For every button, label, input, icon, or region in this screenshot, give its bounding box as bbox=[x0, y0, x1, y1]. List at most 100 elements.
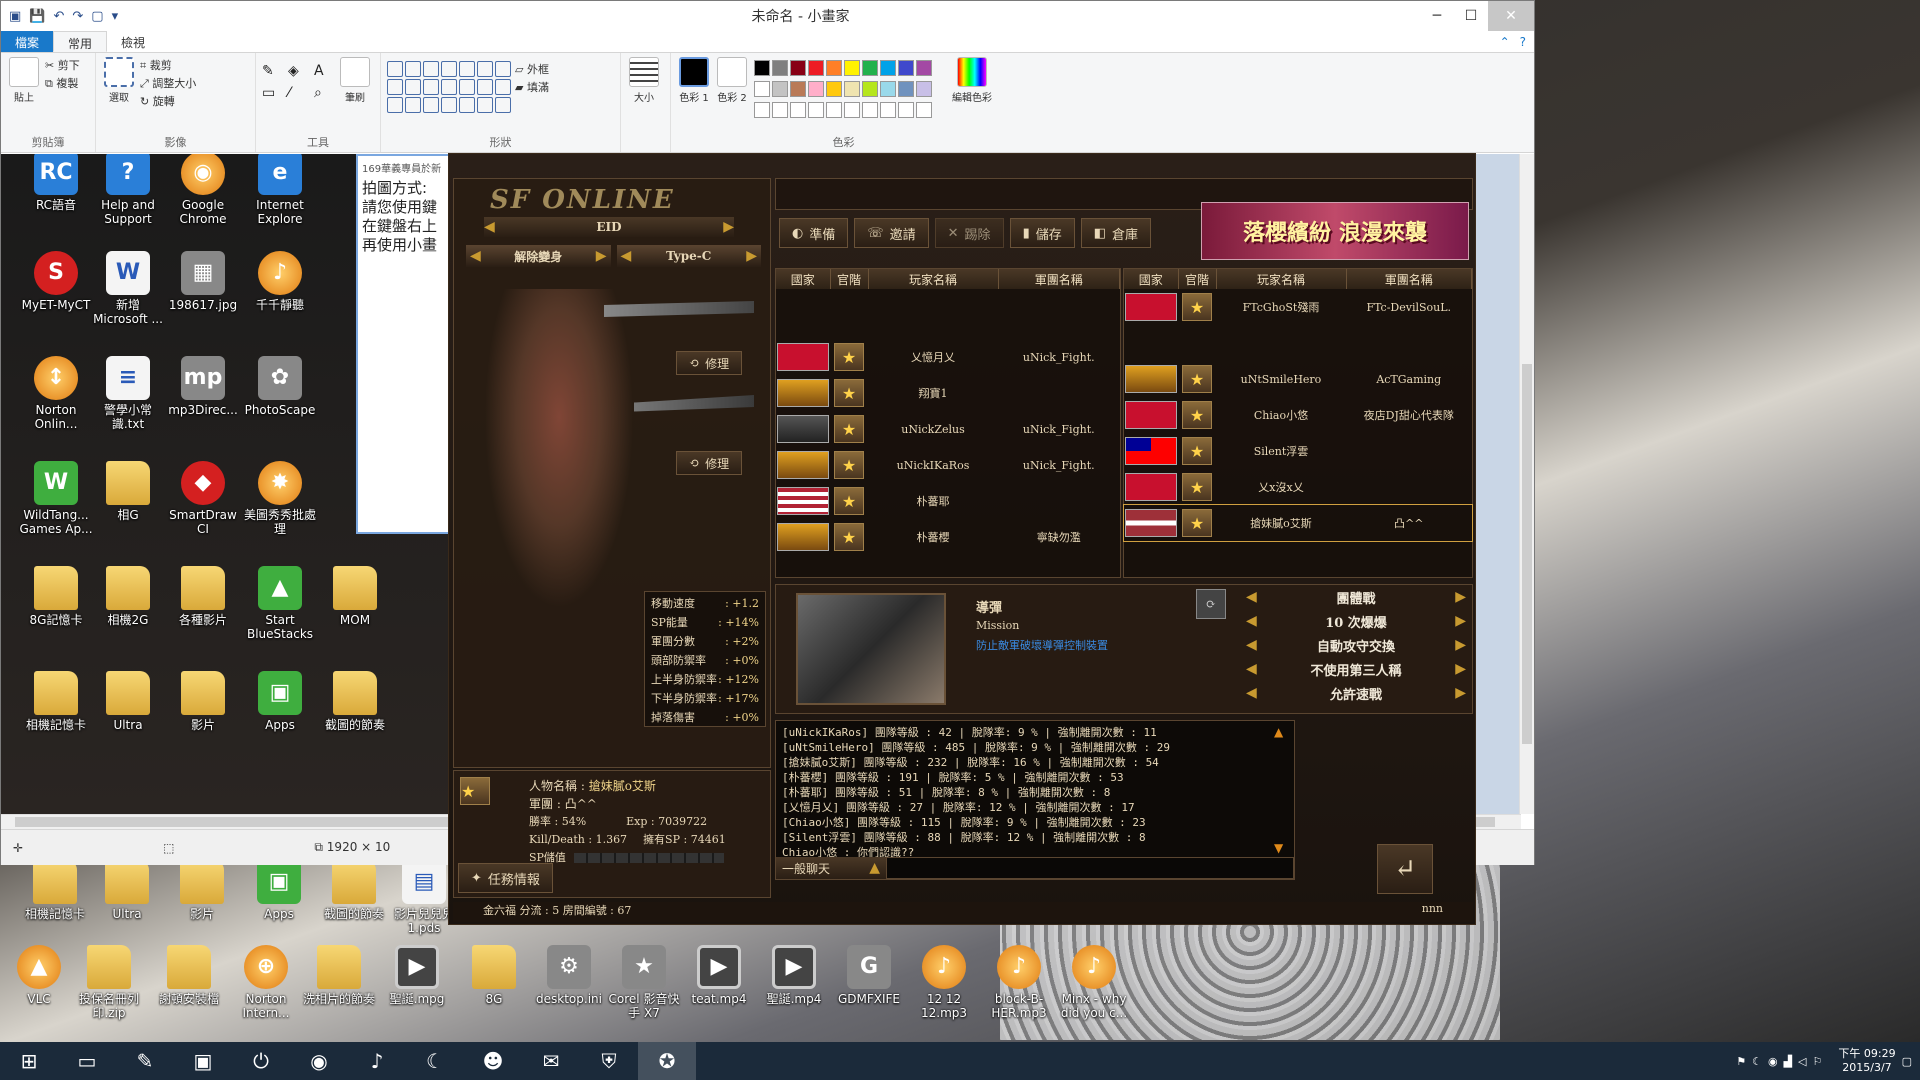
palette-swatch-empty[interactable] bbox=[826, 102, 842, 118]
palette-swatch-empty[interactable] bbox=[808, 102, 824, 118]
desktop-icon[interactable]: 截圖的節奏 bbox=[316, 671, 394, 732]
palette-swatch[interactable] bbox=[844, 60, 860, 76]
taskbar-line[interactable]: ✉ bbox=[522, 1042, 580, 1080]
color2-button[interactable]: 色彩 2 bbox=[715, 57, 749, 104]
ready-button[interactable]: ◐ 準備 bbox=[779, 218, 849, 248]
palette-swatch-empty[interactable] bbox=[790, 102, 806, 118]
tray-icon[interactable]: ◉ bbox=[1768, 1055, 1778, 1068]
desktop-icon[interactable]: ? Help and Support bbox=[89, 154, 167, 226]
palette-swatch-empty[interactable] bbox=[880, 102, 896, 118]
desktop-icon[interactable]: ◆ SmartDraw CI bbox=[164, 461, 242, 536]
shape-arrow-right[interactable] bbox=[459, 79, 475, 95]
palette-swatch[interactable] bbox=[898, 60, 914, 76]
desktop-icon[interactable]: ↕ Norton Onlin... bbox=[17, 356, 95, 431]
desktop-icon[interactable]: ⊕ Norton Intern... bbox=[227, 945, 305, 1020]
shape-star5[interactable] bbox=[423, 97, 439, 113]
shape-curve[interactable] bbox=[405, 61, 421, 77]
desktop-icon[interactable]: G GDMFXIFE bbox=[830, 945, 908, 1006]
desktop-icon[interactable]: 投保名冊列印.zip bbox=[70, 945, 148, 1020]
taskbar-explorer[interactable]: ▭ bbox=[58, 1042, 116, 1080]
network-icon[interactable]: ▟ bbox=[1784, 1055, 1792, 1068]
invite-button[interactable]: ☏ 邀請 bbox=[854, 218, 929, 248]
desktop-icon[interactable]: 洗相片的節奏 bbox=[300, 945, 378, 1006]
tray-icon[interactable]: ⚑ bbox=[1736, 1055, 1746, 1068]
brush-button[interactable]: 筆刷 bbox=[338, 57, 372, 104]
magnifier-icon[interactable]: ⌕ bbox=[314, 85, 334, 101]
player-row[interactable]: ★ 朴蕃櫻 寧缺勿濫 bbox=[776, 519, 1120, 555]
palette-swatch[interactable] bbox=[844, 81, 860, 97]
tab-type[interactable]: ◀ Type-C ▶ bbox=[616, 245, 761, 267]
desktop-icon[interactable]: ≡ 警學小常識.txt bbox=[89, 356, 167, 431]
desktop-icon[interactable]: e Internet Explore bbox=[241, 154, 319, 226]
chat-input[interactable] bbox=[886, 857, 1294, 879]
palette-swatch[interactable] bbox=[880, 81, 896, 97]
crop-button[interactable]: ⌗ 裁剪 bbox=[140, 57, 196, 75]
prev-arrow-icon[interactable]: ◀ bbox=[621, 248, 632, 264]
mode-option[interactable]: ◀ 不使用第三人稱 ▶ bbox=[1246, 657, 1466, 681]
prev-arrow-icon[interactable]: ◀ bbox=[1246, 685, 1257, 701]
mission-info-button[interactable]: ✦ 任務情報 bbox=[458, 863, 553, 893]
shape-hexagon[interactable] bbox=[441, 79, 457, 95]
palette-swatch-empty[interactable] bbox=[916, 102, 932, 118]
prev-arrow-icon[interactable]: ◀ bbox=[1246, 637, 1257, 653]
shape-pentagon[interactable] bbox=[423, 79, 439, 95]
minimize-button[interactable]: ─ bbox=[1420, 1, 1454, 31]
next-arrow-icon[interactable]: ▶ bbox=[723, 219, 734, 235]
color-picker-icon[interactable]: ⁄ bbox=[288, 85, 308, 101]
desktop-icon[interactable]: RC RC語音 bbox=[17, 154, 95, 212]
next-arrow-icon[interactable]: ▶ bbox=[1455, 661, 1466, 677]
mode-option[interactable]: ◀ 團體戰 ▶ bbox=[1246, 585, 1466, 609]
taskbar-app-robot[interactable]: ☻ bbox=[464, 1042, 522, 1080]
palette-swatch[interactable] bbox=[826, 81, 842, 97]
edit-colors-button[interactable]: 編輯色彩 bbox=[947, 57, 997, 104]
palette-swatch-empty[interactable] bbox=[754, 102, 770, 118]
tab-home[interactable]: 常用 bbox=[53, 31, 108, 52]
desktop-icon[interactable]: ▶ 聖誕.mpg bbox=[378, 945, 456, 1006]
repair-button[interactable]: ⟲ 修理 bbox=[676, 351, 743, 375]
start-button[interactable]: ⊞ bbox=[0, 1042, 58, 1080]
desktop-icon[interactable]: W WildTang... Games Ap... bbox=[17, 461, 95, 536]
desktop-icon[interactable]: ♪ 千千靜聽 bbox=[241, 251, 319, 312]
palette-swatch[interactable] bbox=[808, 60, 824, 76]
desktop-icon[interactable]: ⚙ desktop.ini bbox=[530, 945, 608, 1006]
shape-round-rect[interactable] bbox=[459, 61, 475, 77]
size-button[interactable]: 大小 bbox=[627, 57, 661, 104]
copy-button[interactable]: ⧉ 複製 bbox=[45, 75, 80, 93]
taskbar-player[interactable]: ♪ bbox=[348, 1042, 406, 1080]
storage-button[interactable]: ◧ 倉庫 bbox=[1080, 218, 1152, 248]
shape-arrow-up[interactable] bbox=[495, 79, 511, 95]
desktop-icon[interactable]: ✿ PhotoScape bbox=[241, 356, 319, 417]
palette-swatch[interactable] bbox=[772, 81, 788, 97]
player-row[interactable]: ★ 乂憶月乂 uNick_Fight. bbox=[776, 339, 1120, 375]
shape-rect[interactable] bbox=[441, 61, 457, 77]
prev-arrow-icon[interactable]: ◀ bbox=[1246, 589, 1257, 605]
mode-option[interactable]: ◀ 自動攻守交換 ▶ bbox=[1246, 633, 1466, 657]
taskbar-moon-app[interactable]: ☾ bbox=[406, 1042, 464, 1080]
eraser-icon[interactable]: ▭ bbox=[262, 85, 282, 101]
desktop-icon[interactable]: 相機記憶卡 bbox=[17, 671, 95, 732]
shape-cloud[interactable] bbox=[477, 97, 493, 113]
shape-polygon[interactable] bbox=[477, 61, 493, 77]
refresh-map-icon[interactable]: ⟳ bbox=[1196, 589, 1226, 619]
shape-star6[interactable] bbox=[441, 97, 457, 113]
palette-swatch-empty[interactable] bbox=[862, 102, 878, 118]
tab-file[interactable]: 檔案 bbox=[1, 31, 54, 52]
desktop-icon[interactable]: mp mp3Direc... bbox=[164, 356, 242, 417]
text-icon[interactable]: A bbox=[314, 63, 334, 79]
scroll-down-icon[interactable]: ▼ bbox=[1274, 841, 1290, 855]
prev-arrow-icon[interactable]: ◀ bbox=[484, 219, 495, 235]
desktop-icon[interactable]: 影片 bbox=[164, 671, 242, 732]
tray-icon[interactable]: ☾ bbox=[1752, 1055, 1762, 1068]
next-arrow-icon[interactable]: ▶ bbox=[1455, 637, 1466, 653]
paste-button[interactable]: 貼上 bbox=[7, 57, 41, 104]
desktop-icon[interactable]: ▶ teat.mp4 bbox=[680, 945, 758, 1006]
vertical-scroll-thumb[interactable] bbox=[1522, 364, 1532, 744]
volume-icon[interactable]: ◁ bbox=[1798, 1055, 1806, 1068]
close-button[interactable]: ✕ bbox=[1488, 1, 1534, 31]
next-arrow-icon[interactable]: ▶ bbox=[1455, 613, 1466, 629]
mode-option[interactable]: ◀ 10 次爆爆 ▶ bbox=[1246, 609, 1466, 633]
player-row[interactable]: ★ uNickZelus uNick_Fight. bbox=[776, 411, 1120, 447]
repair-button-2[interactable]: ⟲ 修理 bbox=[676, 451, 743, 475]
player-row[interactable]: ★ 翔寶1 bbox=[776, 375, 1120, 411]
fill-icon[interactable]: ◈ bbox=[288, 63, 308, 79]
